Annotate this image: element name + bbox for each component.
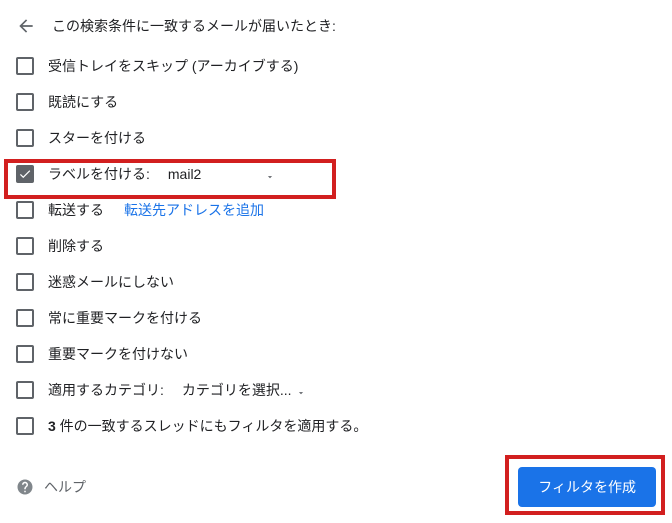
label-also-apply: 3 件の一致するスレッドにもフィルタを適用する。 — [48, 416, 367, 436]
back-arrow-icon[interactable] — [16, 16, 36, 36]
checkbox-star[interactable] — [16, 129, 34, 147]
option-apply-label: ラベルを付ける: mail2 — [0, 156, 672, 192]
checkbox-delete[interactable] — [16, 237, 34, 255]
apply-label-value: mail2 — [168, 166, 201, 182]
checkbox-always-important[interactable] — [16, 309, 34, 327]
checkbox-skip-inbox[interactable] — [16, 57, 34, 75]
option-star: スターを付ける — [0, 120, 672, 156]
option-skip-inbox: 受信トレイをスキップ (アーカイブする) — [0, 48, 672, 84]
help-link[interactable]: ヘルプ — [16, 477, 86, 497]
checkbox-forward[interactable] — [16, 201, 34, 219]
label-always-important: 常に重要マークを付ける — [48, 308, 202, 328]
label-apply-category: 適用するカテゴリ: — [48, 380, 164, 400]
option-apply-category: 適用するカテゴリ: カテゴリを選択... — [0, 372, 672, 408]
checkbox-mark-read[interactable] — [16, 93, 34, 111]
checkbox-apply-label[interactable] — [16, 165, 34, 183]
option-forward: 転送する 転送先アドレスを追加 — [0, 192, 672, 228]
label-never-spam: 迷惑メールにしない — [48, 272, 174, 292]
option-mark-read: 既読にする — [0, 84, 672, 120]
label-delete: 削除する — [48, 236, 104, 256]
label-forward: 転送する — [48, 200, 104, 220]
checkbox-never-important[interactable] — [16, 345, 34, 363]
help-label: ヘルプ — [44, 477, 86, 497]
match-count: 3 — [48, 418, 56, 434]
label-star: スターを付ける — [48, 128, 146, 148]
create-filter-button[interactable]: フィルタを作成 — [518, 467, 656, 507]
label-apply-label: ラベルを付ける: — [48, 164, 150, 184]
help-icon — [16, 478, 34, 496]
option-also-apply: 3 件の一致するスレッドにもフィルタを適用する。 — [0, 408, 672, 444]
apply-category-select[interactable]: カテゴリを選択... — [182, 380, 306, 400]
apply-category-value: カテゴリを選択... — [182, 380, 292, 400]
label-skip-inbox: 受信トレイをスキップ (アーカイブする) — [48, 56, 298, 76]
option-never-important: 重要マークを付けない — [0, 336, 672, 372]
checkbox-apply-category[interactable] — [16, 381, 34, 399]
also-apply-suffix: 件の一致するスレッドにもフィルタを適用する。 — [56, 418, 368, 434]
label-mark-read: 既読にする — [48, 92, 118, 112]
apply-label-select[interactable]: mail2 — [168, 166, 275, 182]
checkbox-never-spam[interactable] — [16, 273, 34, 291]
option-always-important: 常に重要マークを付ける — [0, 300, 672, 336]
label-never-important: 重要マークを付けない — [48, 344, 188, 364]
caret-down-icon — [265, 169, 275, 179]
checkbox-also-apply[interactable] — [16, 417, 34, 435]
option-never-spam: 迷惑メールにしない — [0, 264, 672, 300]
caret-down-icon — [296, 385, 306, 395]
option-delete: 削除する — [0, 228, 672, 264]
header-title: この検索条件に一致するメールが届いたとき: — [52, 16, 336, 36]
filter-options-list: 受信トレイをスキップ (アーカイブする) 既読にする スターを付ける ラベルを付… — [0, 44, 672, 444]
add-forward-address-link[interactable]: 転送先アドレスを追加 — [124, 200, 264, 220]
